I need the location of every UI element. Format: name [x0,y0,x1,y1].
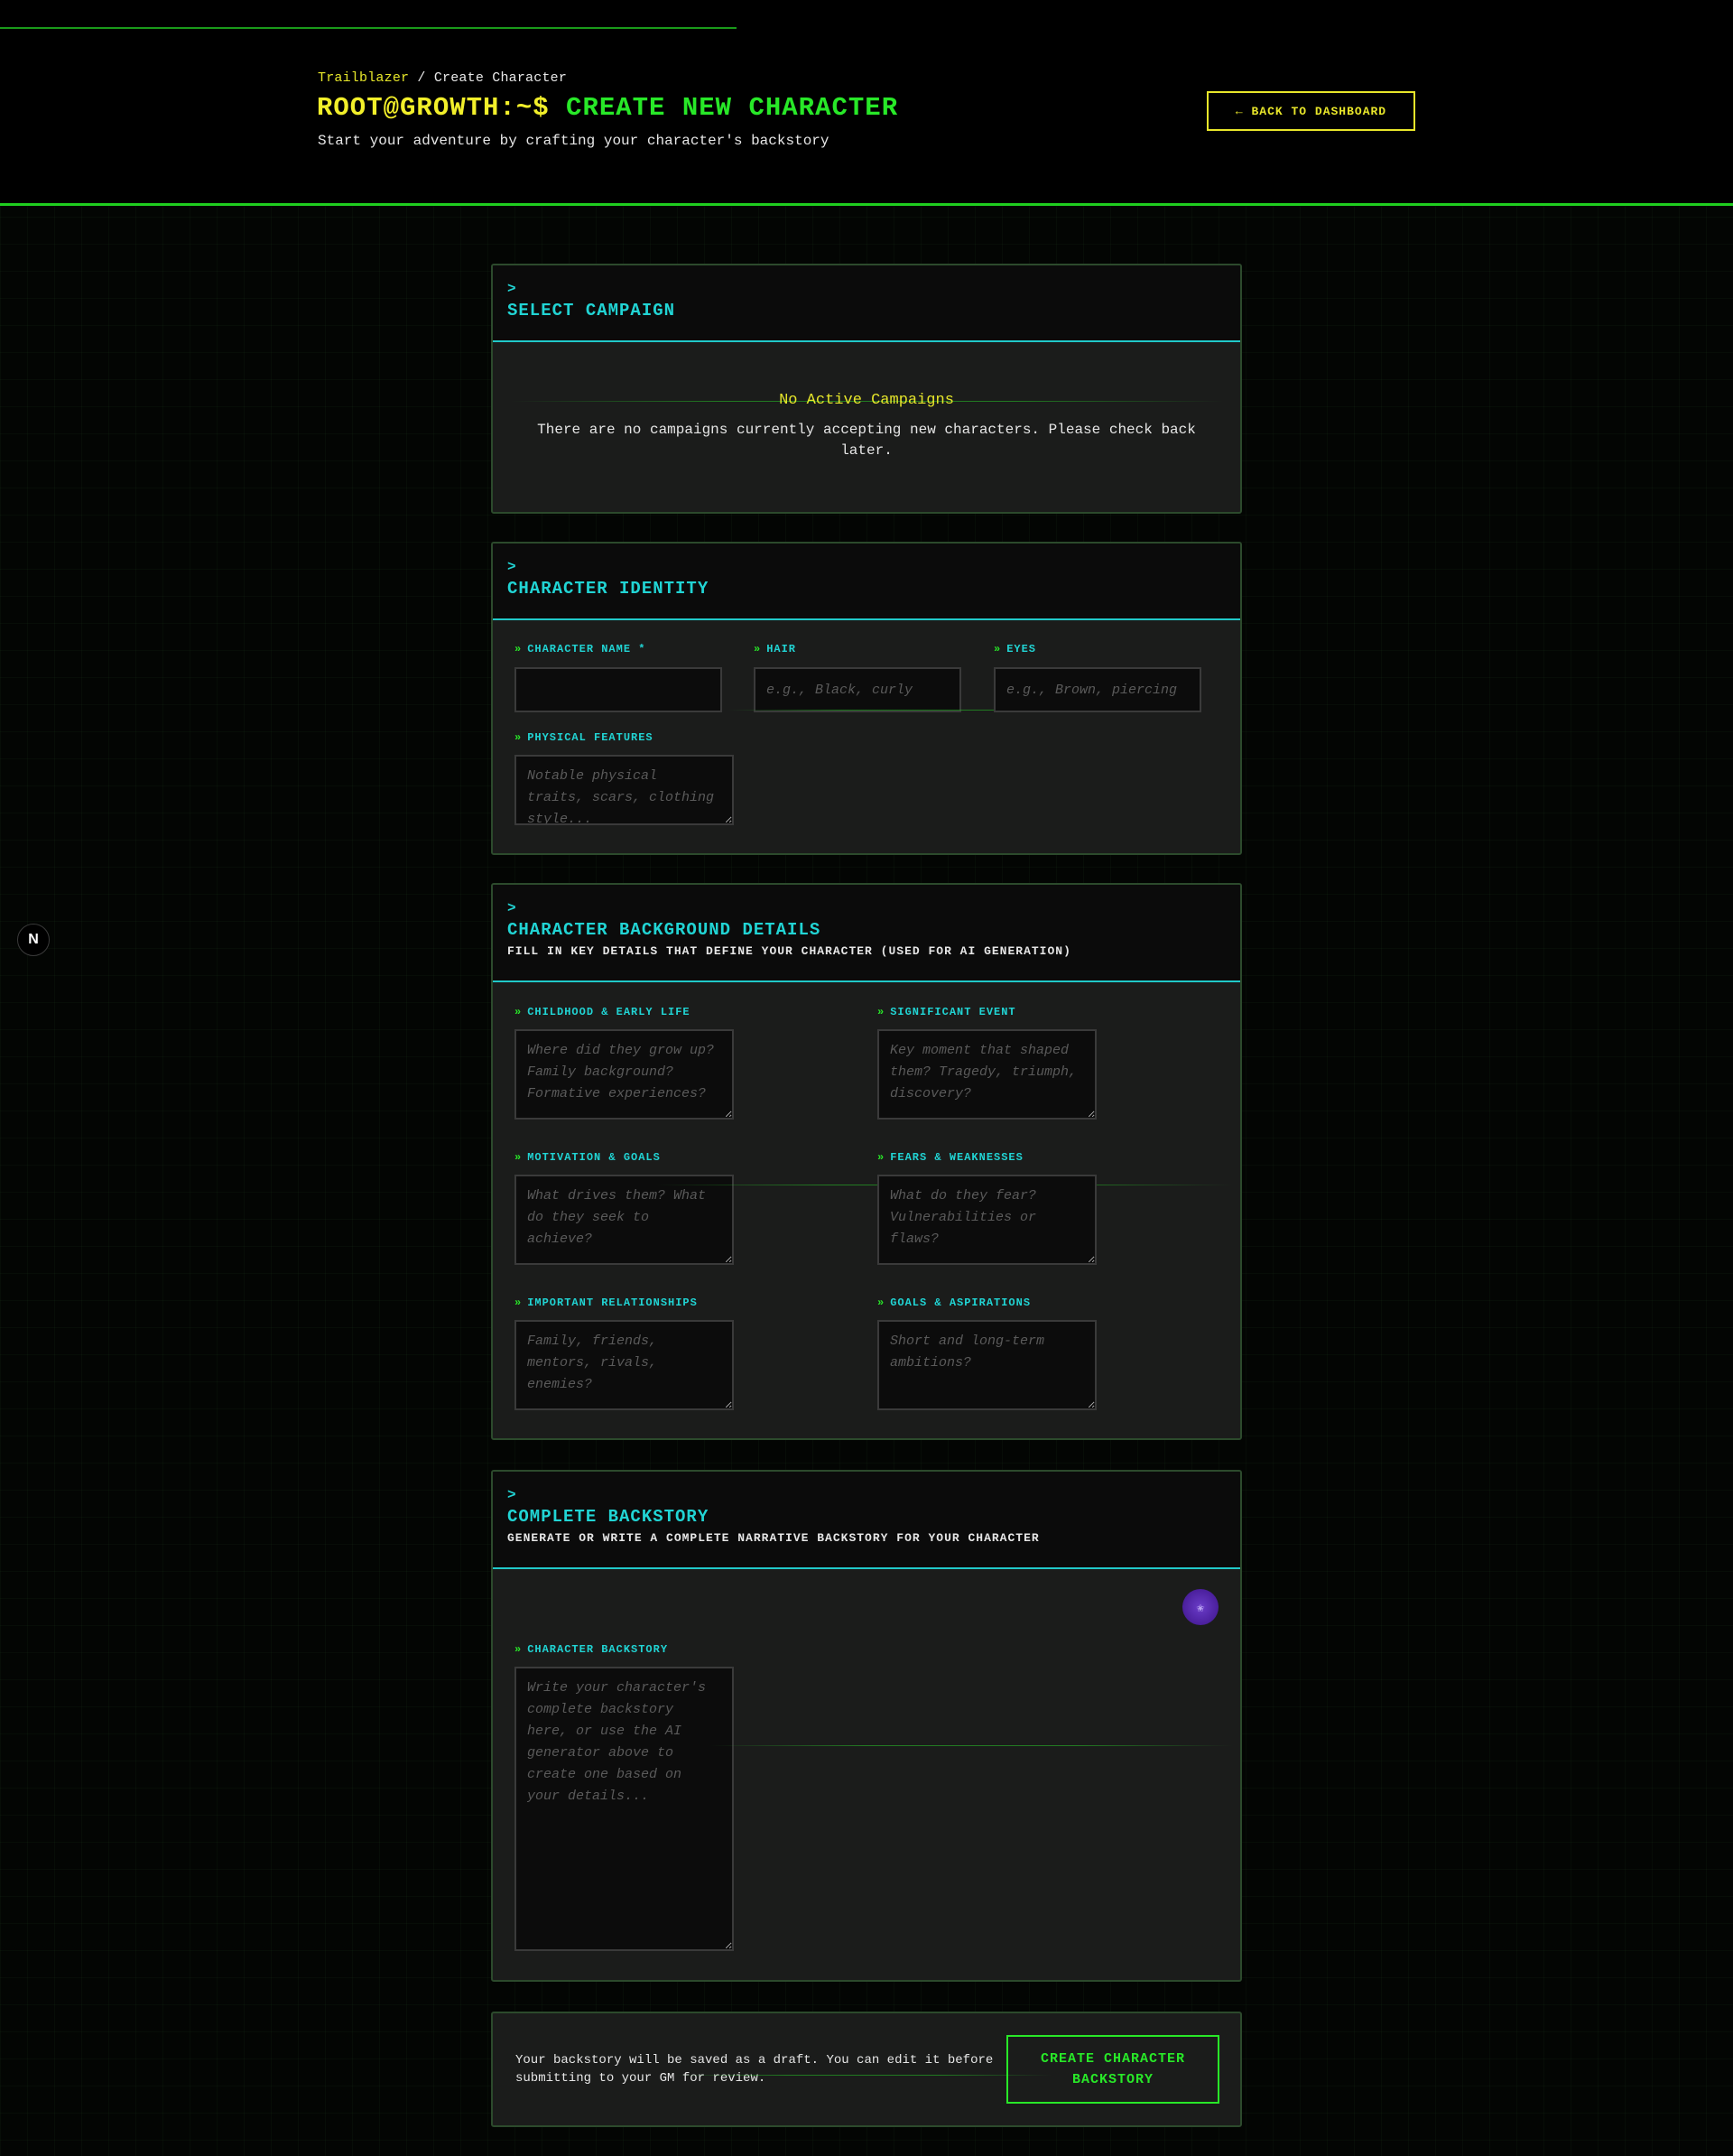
significant-event-textarea[interactable] [877,1029,1097,1120]
scanline-decoration [709,1745,1233,1746]
hair-input[interactable] [754,667,961,712]
breadcrumb-home-link[interactable]: Trailblazer [318,70,409,86]
breadcrumb: Trailblazer / Create Character [318,70,567,86]
page-subtitle: Start your adventure by crafting your ch… [318,133,829,149]
page-header: Trailblazer / Create Character ROOT@GROW… [0,0,1733,206]
motivation-label: » MOTIVATION & GOALS [514,1151,661,1164]
aspirations-textarea[interactable] [877,1320,1097,1410]
aspirations-label: » GOALS & ASPIRATIONS [877,1296,1032,1309]
chevron-right-icon: » [514,731,523,744]
chevron-right-icon: » [514,1006,523,1018]
page-title: ROOT@GROWTH:~$ CREATE NEW CHARACTER [317,93,898,123]
childhood-label: » CHILDHOOD & EARLY LIFE [514,1006,690,1018]
back-to-dashboard-button[interactable]: ← BACK TO DASHBOARD [1207,91,1415,131]
fears-label: » FEARS & WEAKNESSES [877,1151,1024,1164]
section-caret-icon: > [507,900,516,916]
section-caret-icon: > [507,281,516,297]
chevron-right-icon: » [994,643,1002,655]
section-title: COMPLETE BACKSTORY [507,1507,709,1527]
empty-state-title: No Active Campaigns [779,392,954,409]
identity-panel-header: > CHARACTER IDENTITY [493,544,1240,620]
character-name-label: » CHARACTER NAME * [514,643,646,655]
physical-features-textarea[interactable] [514,755,734,825]
create-character-button[interactable]: CREATE CHARACTER BACKSTORY [1006,2035,1219,2104]
backstory-panel: > COMPLETE BACKSTORY GENERATE OR WRITE A… [491,1470,1242,1982]
n-logo-icon: N [28,932,39,947]
empty-state-message: There are no campaigns currently accepti… [537,422,1196,459]
campaign-panel-header: > SELECT CAMPAIGN [493,265,1240,342]
background-panel: > CHARACTER BACKGROUND DETAILS FILL IN K… [491,883,1242,1440]
significant-event-label: » SIGNIFICANT EVENT [877,1006,1016,1018]
hair-label: » HAIR [754,643,797,655]
chevron-right-icon: » [514,643,523,655]
eyes-label: » EYES [994,643,1037,655]
terminal-prompt: ROOT@GROWTH:~$ [317,93,550,123]
section-description: GENERATE OR WRITE A COMPLETE NARRATIVE B… [507,1531,1040,1545]
backstory-label: » CHARACTER BACKSTORY [514,1643,669,1656]
sparkle-icon: ✬ [1196,1600,1205,1616]
chevron-right-icon: » [514,1151,523,1164]
campaign-panel: > SELECT CAMPAIGN No Active Campaigns Th… [491,264,1242,514]
chevron-right-icon: » [514,1643,523,1656]
childhood-textarea[interactable] [514,1029,734,1120]
physical-features-label: » PHYSICAL FEATURES [514,731,653,744]
submit-panel: Your backstory will be saved as a draft.… [491,2012,1242,2127]
header-progress-line [0,27,737,29]
relationships-textarea[interactable] [514,1320,734,1410]
breadcrumb-separator: / [409,70,434,86]
character-name-input[interactable] [514,667,722,712]
breadcrumb-current: Create Character [433,70,568,86]
ai-generate-button[interactable]: ✬ [1182,1589,1219,1625]
page-title-text: CREATE NEW CHARACTER [566,93,899,123]
backstory-textarea[interactable] [514,1667,734,1951]
section-caret-icon: > [507,1487,516,1503]
chevron-right-icon: » [877,1151,885,1164]
section-title: CHARACTER IDENTITY [507,579,709,599]
chevron-right-icon: » [514,1296,523,1309]
backstory-panel-header: > COMPLETE BACKSTORY GENERATE OR WRITE A… [493,1472,1240,1569]
identity-panel: > CHARACTER IDENTITY » CHARACTER NAME * »… [491,542,1242,855]
chevron-right-icon: » [754,643,762,655]
background-panel-header: > CHARACTER BACKGROUND DETAILS FILL IN K… [493,885,1240,982]
section-description: FILL IN KEY DETAILS THAT DEFINE YOUR CHA… [507,944,1071,958]
motivation-textarea[interactable] [514,1175,734,1265]
scanline-decoration [673,2075,1052,2076]
chevron-right-icon: » [877,1296,885,1309]
section-caret-icon: > [507,559,516,575]
chevron-right-icon: » [877,1006,885,1018]
n-logo-badge[interactable]: N [17,924,50,956]
draft-note: Your backstory will be saved as a draft.… [515,2053,994,2086]
section-title: SELECT CAMPAIGN [507,301,676,321]
relationships-label: » IMPORTANT RELATIONSHIPS [514,1296,698,1309]
eyes-input[interactable] [994,667,1201,712]
fears-textarea[interactable] [877,1175,1097,1265]
section-title: CHARACTER BACKGROUND DETAILS [507,920,821,940]
